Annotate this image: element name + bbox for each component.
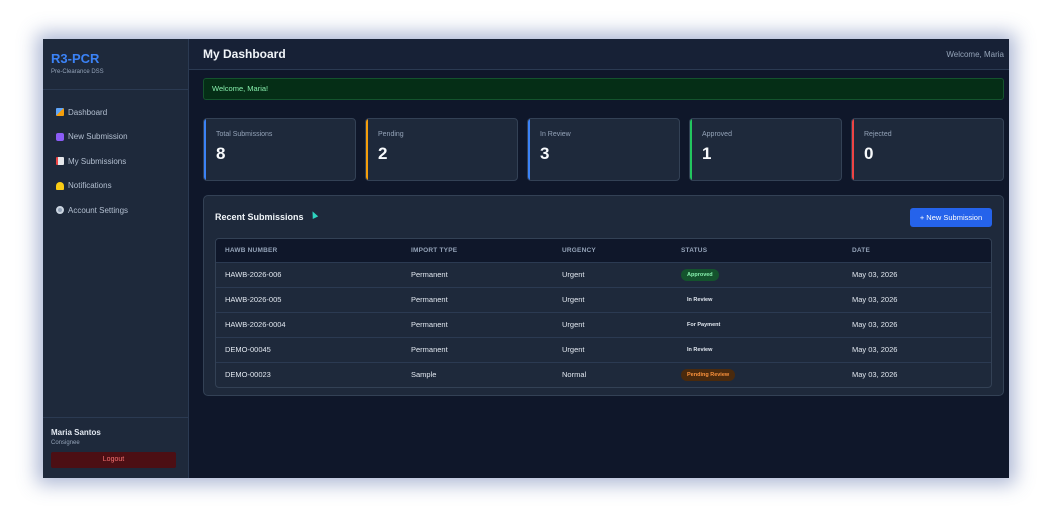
urgency-cell: Urgent xyxy=(553,311,672,337)
import-type-cell: Sample xyxy=(402,361,553,387)
table-row[interactable]: HAWB-2026-005 Permanent Urgent In Review… xyxy=(216,286,991,312)
recent-submissions-title: Recent Submissions xyxy=(215,212,304,222)
table-header-row: HAWB NUMBER IMPORT TYPE URGENCY STATUS D… xyxy=(216,239,991,262)
stat-label: Rejected xyxy=(864,131,892,138)
column-header[interactable]: URGENCY xyxy=(553,239,672,262)
table-row[interactable]: DEMO-00045 Permanent Urgent In Review Ma… xyxy=(216,336,991,362)
sidebar-item-new-submission[interactable]: New Submission xyxy=(43,125,188,150)
hawb-cell: HAWB-2026-005 xyxy=(216,286,402,312)
sidebar-item-account-settings[interactable]: Account Settings xyxy=(43,198,188,223)
status-cell: Pending Review xyxy=(672,361,843,387)
table-row[interactable]: HAWB-2026-006 Permanent Urgent Approved … xyxy=(216,261,991,287)
stat-label: In Review xyxy=(540,131,571,138)
sidebar-item-my-submissions[interactable]: My Submissions xyxy=(43,149,188,174)
urgency-cell: Urgent xyxy=(553,336,672,362)
import-type-cell: Permanent xyxy=(402,286,553,312)
column-header[interactable]: DATE xyxy=(843,239,991,262)
hawb-cell: DEMO-00045 xyxy=(216,336,402,362)
urgency-cell: Urgent xyxy=(553,261,672,287)
stats-row: Total Submissions 8 Pending 2 In Review … xyxy=(203,118,1004,181)
submissions-table-wrap: HAWB NUMBER IMPORT TYPE URGENCY STATUS D… xyxy=(215,238,992,388)
submissions-table: HAWB NUMBER IMPORT TYPE URGENCY STATUS D… xyxy=(216,239,991,387)
submissions-icon xyxy=(56,157,64,166)
panel-header: Recent Submissions + New Submission xyxy=(204,196,1003,238)
hawb-cell: HAWB-2026-006 xyxy=(216,261,402,287)
page-title: My Dashboard xyxy=(203,47,286,61)
hawb-cell: DEMO-00023 xyxy=(216,361,402,387)
mouse-cursor-icon xyxy=(309,210,318,219)
status-badge: Pending Review xyxy=(681,368,736,381)
new-submission-icon xyxy=(56,132,64,141)
date-cell: May 03, 2026 xyxy=(843,361,991,387)
logout-button[interactable]: Logout xyxy=(51,452,176,468)
stat-card-rejected: Rejected 0 xyxy=(851,118,1004,181)
gear-icon xyxy=(56,206,64,215)
sidebar-item-label: New Submission xyxy=(68,132,128,142)
urgency-cell: Normal xyxy=(553,361,672,387)
urgency-cell: Urgent xyxy=(553,286,672,312)
recent-submissions-panel: Recent Submissions + New Submission HAWB… xyxy=(203,195,1004,396)
column-header[interactable]: STATUS xyxy=(672,239,843,262)
welcome-text: Welcome, Maria xyxy=(946,49,1004,59)
table-row[interactable]: HAWB-2026-0004 Permanent Urgent For Paym… xyxy=(216,311,991,337)
stat-card-approved: Approved 1 xyxy=(689,118,842,181)
date-cell: May 03, 2026 xyxy=(843,336,991,362)
dashboard-icon xyxy=(56,108,64,117)
stat-label: Pending xyxy=(378,131,404,138)
date-cell: May 03, 2026 xyxy=(843,311,991,337)
status-badge: In Review xyxy=(687,346,713,353)
user-name: Maria Santos xyxy=(51,428,101,437)
import-type-cell: Permanent xyxy=(402,261,553,287)
status-badge: In Review xyxy=(687,296,713,303)
panel-title: Recent Submissions xyxy=(215,210,318,222)
import-type-cell: Permanent xyxy=(402,336,553,362)
stat-label: Approved xyxy=(702,131,732,138)
stat-value: 1 xyxy=(702,144,712,163)
status-cell: In Review xyxy=(672,286,843,312)
column-header[interactable]: IMPORT TYPE xyxy=(402,239,553,262)
hawb-cell: HAWB-2026-0004 xyxy=(216,311,402,337)
new-submission-button[interactable]: + New Submission xyxy=(910,207,992,227)
sidebar-item-label: My Submissions xyxy=(68,156,127,166)
status-badge: For Payment xyxy=(687,321,721,328)
stat-value: 3 xyxy=(540,144,550,163)
sidebar-item-label: Dashboard xyxy=(68,107,108,117)
top-bar: My Dashboard Welcome, Maria xyxy=(189,39,1009,70)
brand: R3-PCR Pre-Clearance DSS xyxy=(43,39,188,90)
stat-label: Total Submissions xyxy=(216,131,273,138)
user-panel: Maria Santos Consignee Logout xyxy=(43,417,188,478)
stat-value: 2 xyxy=(378,144,388,163)
stat-card-in-review: In Review 3 xyxy=(527,118,680,181)
stat-value: 0 xyxy=(864,144,874,163)
brand-subtitle: Pre-Clearance DSS xyxy=(51,69,104,75)
date-cell: May 03, 2026 xyxy=(843,261,991,287)
user-role: Consignee xyxy=(51,440,80,446)
import-type-cell: Permanent xyxy=(402,311,553,337)
table-row[interactable]: DEMO-00023 Sample Normal Pending Review … xyxy=(216,361,991,387)
stat-value: 8 xyxy=(216,144,226,163)
status-badge: Approved xyxy=(681,268,719,281)
status-cell: In Review xyxy=(672,336,843,362)
status-cell: For Payment xyxy=(672,311,843,337)
sidebar: R3-PCR Pre-Clearance DSS Dashboard New S… xyxy=(43,39,189,478)
brand-title[interactable]: R3-PCR xyxy=(51,52,180,66)
date-cell: May 03, 2026 xyxy=(843,286,991,312)
main-content: My Dashboard Welcome, Maria Welcome, Mar… xyxy=(189,39,1009,478)
sidebar-item-notifications[interactable]: Notifications xyxy=(43,174,188,199)
stat-card-pending: Pending 2 xyxy=(365,118,518,181)
sidebar-nav: Dashboard New Submission My Submissions … xyxy=(43,90,188,223)
welcome-alert: Welcome, Maria! xyxy=(203,78,1004,100)
column-header[interactable]: HAWB NUMBER xyxy=(216,239,402,262)
status-cell: Approved xyxy=(672,261,843,287)
bell-icon xyxy=(56,181,64,190)
app-window: R3-PCR Pre-Clearance DSS Dashboard New S… xyxy=(43,39,1009,478)
sidebar-item-dashboard[interactable]: Dashboard xyxy=(43,100,188,125)
sidebar-item-label: Notifications xyxy=(68,181,112,191)
sidebar-item-label: Account Settings xyxy=(68,205,129,215)
stat-card-total: Total Submissions 8 xyxy=(203,118,356,181)
